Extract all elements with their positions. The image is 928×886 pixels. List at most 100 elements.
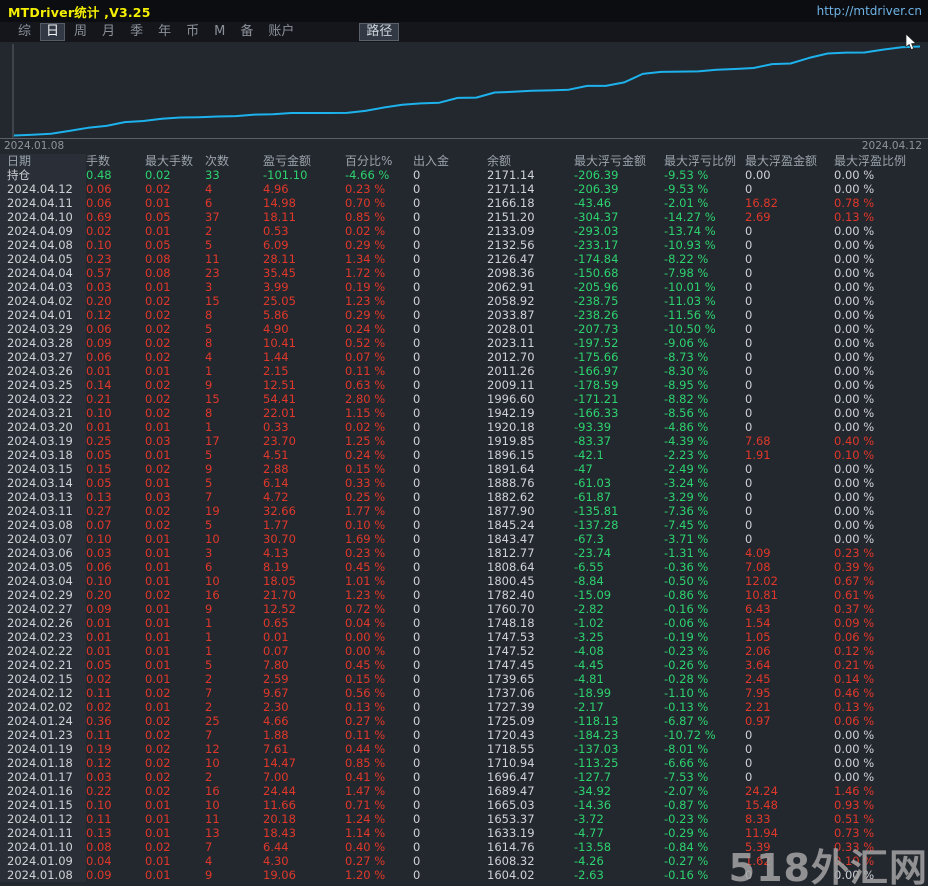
table-row[interactable]: 2024.01.11 0.13 0.01 13 18.43 1.14 % 0 1633.19 -… — [0, 826, 928, 840]
menu-item-M[interactable]: M — [208, 23, 231, 41]
cell: 2024.01.17 — [0, 770, 86, 784]
table-row[interactable]: 2024.03.04 0.10 0.01 10 18.05 1.01 % 0 1800.45 -… — [0, 574, 928, 588]
table-row[interactable]: 2024.03.22 0.21 0.02 15 54.41 2.80 % 0 1996.60 -… — [0, 392, 928, 406]
cell: 2024.01.23 — [0, 728, 86, 742]
table-row[interactable]: 2024.04.02 0.20 0.02 15 25.05 1.23 % 0 2058.92 -… — [0, 294, 928, 308]
cell: 10.81 — [745, 588, 778, 602]
table-row[interactable]: 2024.03.11 0.27 0.02 19 32.66 1.77 % 0 1877.90 -… — [0, 504, 928, 518]
cell: -6.87 % — [664, 714, 709, 728]
table-row[interactable]: 2024.03.14 0.05 0.01 5 6.14 0.33 % 0 1888.76 -61… — [0, 476, 928, 490]
menu-item-币[interactable]: 币 — [180, 23, 205, 41]
menu-item-季[interactable]: 季 — [124, 23, 149, 41]
table-row[interactable]: 2024.02.27 0.09 0.01 9 12.52 0.72 % 0 1760.70 -2… — [0, 602, 928, 616]
table-row[interactable]: 2024.01.18 0.12 0.02 10 14.47 0.85 % 0 1710.94 -… — [0, 756, 928, 770]
menu-item-综[interactable]: 综 — [12, 23, 37, 41]
cell: 1718.55 — [487, 742, 535, 756]
table-row[interactable]: 2024.03.13 0.13 0.03 7 4.72 0.25 % 0 1882.62 -61… — [0, 490, 928, 504]
menu-item-备[interactable]: 备 — [234, 23, 259, 41]
cell: 0 — [413, 266, 421, 280]
table-row[interactable]: 2024.03.18 0.05 0.01 5 4.51 0.24 % 0 1896.15 -42… — [0, 448, 928, 462]
table-row[interactable]: 2024.03.27 0.06 0.02 4 1.44 0.07 % 0 2012.70 -17… — [0, 350, 928, 364]
table-row[interactable]: 2024.01.12 0.11 0.01 11 20.18 1.24 % 0 1653.37 -… — [0, 812, 928, 826]
table-row[interactable]: 2024.04.12 0.06 0.02 4 4.96 0.23 % 0 2171.14 -20… — [0, 182, 928, 196]
table-row[interactable]: 2024.02.26 0.01 0.01 1 0.65 0.04 % 0 1748.18 -1.… — [0, 616, 928, 630]
table-row[interactable]: 2024.03.19 0.25 0.03 17 23.70 1.25 % 0 1919.85 -… — [0, 434, 928, 448]
table-row[interactable]: 2024.01.19 0.19 0.02 12 7.61 0.44 % 0 1718.55 -1… — [0, 742, 928, 756]
table-row[interactable]: 2024.02.29 0.20 0.02 16 21.70 1.23 % 0 1782.40 -… — [0, 588, 928, 602]
cell: -0.27 % — [664, 854, 709, 868]
table-row[interactable]: 2024.02.23 0.01 0.01 1 0.01 0.00 % 0 1747.53 -3.… — [0, 630, 928, 644]
mouse-cursor-icon — [905, 34, 917, 51]
table-row[interactable]: 2024.02.22 0.01 0.01 1 0.07 0.00 % 0 1747.52 -4.… — [0, 644, 928, 658]
menu-item-周[interactable]: 周 — [68, 23, 93, 41]
table-row[interactable]: 2024.02.02 0.02 0.01 2 2.30 0.13 % 0 1727.39 -2.… — [0, 700, 928, 714]
table-row[interactable]: 2024.02.21 0.05 0.01 5 7.80 0.45 % 0 1747.45 -4.… — [0, 658, 928, 672]
cell: 0 — [413, 770, 421, 784]
table-row[interactable]: 2024.03.28 0.09 0.02 8 10.41 0.52 % 0 2023.11 -1… — [0, 336, 928, 350]
cell: 0 — [413, 420, 421, 434]
cell: 2024.04.02 — [0, 294, 86, 308]
table-row[interactable]: 2024.03.21 0.10 0.02 8 22.01 1.15 % 0 1942.19 -1… — [0, 406, 928, 420]
table-row[interactable]: 2024.03.20 0.01 0.01 1 0.33 0.02 % 0 1920.18 -93… — [0, 420, 928, 434]
cell: 7 — [205, 728, 213, 742]
cell: 持仓 — [0, 168, 86, 182]
cell: 0.01 — [86, 616, 112, 630]
table-row[interactable]: 2024.03.06 0.03 0.01 3 4.13 0.23 % 0 1812.77 -23… — [0, 546, 928, 560]
cell: 0.07 % — [345, 350, 386, 364]
cell: 2024.01.12 — [0, 812, 86, 826]
table-row[interactable]: 2024.04.03 0.03 0.01 3 3.99 0.19 % 0 2062.91 -20… — [0, 280, 928, 294]
cell: 23.70 — [263, 434, 296, 448]
table-row[interactable]: 2024.01.24 0.36 0.02 25 4.66 0.27 % 0 1725.09 -1… — [0, 714, 928, 728]
menu-item-账户[interactable]: 账户 — [262, 23, 300, 41]
cell: 0.02 — [86, 224, 112, 238]
cell: 2024.03.13 — [0, 490, 86, 504]
cell: 0.00 % — [834, 462, 875, 476]
table-row[interactable]: 2024.01.23 0.11 0.02 7 1.88 0.11 % 0 1720.43 -18… — [0, 728, 928, 742]
table-row[interactable]: 2024.04.08 0.10 0.05 5 6.09 0.29 % 0 2132.56 -23… — [0, 238, 928, 252]
cell: 0 — [413, 868, 421, 882]
table-row[interactable]: 2024.03.25 0.14 0.02 9 12.51 0.63 % 0 2009.11 -1… — [0, 378, 928, 392]
cell: 2 — [205, 672, 213, 686]
table-row[interactable]: 2024.03.07 0.10 0.01 10 30.70 1.69 % 0 1843.47 -… — [0, 532, 928, 546]
cell: 0 — [413, 476, 421, 490]
cell: 2171.14 — [487, 182, 535, 196]
cell: 0 — [413, 728, 421, 742]
table-row[interactable]: 2024.01.08 0.09 0.01 9 19.06 1.20 % 0 1604.02 -2… — [0, 868, 928, 882]
table-row[interactable]: 2024.02.15 0.02 0.01 2 2.59 0.15 % 0 1739.65 -4.… — [0, 672, 928, 686]
table-row[interactable]: 2024.01.15 0.10 0.01 10 11.66 0.71 % 0 1665.03 -… — [0, 798, 928, 812]
table-row[interactable]: 2024.03.05 0.06 0.01 6 8.19 0.45 % 0 1808.64 -6.… — [0, 560, 928, 574]
table-row[interactable]: 2024.03.08 0.07 0.02 5 1.77 0.10 % 0 1845.24 -13… — [0, 518, 928, 532]
cell: 2062.91 — [487, 280, 535, 294]
cell: 4.09 — [745, 546, 771, 560]
cell: 0.12 — [86, 756, 112, 770]
cell: -4.66 % — [345, 168, 390, 182]
cell: 2024.03.14 — [0, 476, 86, 490]
cell: 0 — [413, 490, 421, 504]
table-row[interactable]: 2024.01.10 0.08 0.02 7 6.44 0.40 % 0 1614.76 -13… — [0, 840, 928, 854]
table-row[interactable]: 2024.01.09 0.04 0.01 4 4.30 0.27 % 0 1608.32 -4.… — [0, 854, 928, 868]
table-row[interactable]: 2024.04.09 0.02 0.01 2 0.53 0.02 % 0 2133.09 -29… — [0, 224, 928, 238]
table-row[interactable]: 2024.04.05 0.23 0.08 11 28.11 1.34 % 0 2126.47 -… — [0, 252, 928, 266]
table-row[interactable]: 2024.03.29 0.06 0.02 5 4.90 0.24 % 0 2028.01 -20… — [0, 322, 928, 336]
app-url-link[interactable]: http://mtdriver.cn — [817, 4, 922, 18]
path-button[interactable]: 路径 — [359, 23, 400, 41]
table-row[interactable]: 2024.02.12 0.11 0.02 7 9.67 0.56 % 0 1737.06 -18… — [0, 686, 928, 700]
menu-item-日[interactable]: 日 — [40, 23, 66, 41]
table-row[interactable]: 2024.04.10 0.69 0.05 37 18.11 0.85 % 0 2151.20 -… — [0, 210, 928, 224]
cell: 0.06 — [86, 182, 112, 196]
table-row[interactable]: 2024.03.26 0.01 0.01 1 2.15 0.11 % 0 2011.26 -16… — [0, 364, 928, 378]
menu-item-月[interactable]: 月 — [96, 23, 121, 41]
cell: 5 — [205, 518, 213, 532]
table-row[interactable]: 2024.04.01 0.12 0.02 8 5.86 0.29 % 0 2033.87 -23… — [0, 308, 928, 322]
menu-item-年[interactable]: 年 — [152, 23, 177, 41]
cell: 2126.47 — [487, 252, 535, 266]
equity-curve-chart[interactable] — [0, 42, 928, 140]
table-row[interactable]: 2024.04.04 0.57 0.08 23 35.45 1.72 % 0 2098.36 -… — [0, 266, 928, 280]
cell: 0.56 % — [345, 686, 386, 700]
table-row[interactable]: 持仓 0.48 0.02 33 -101.10 -4.66 % 0 2171.14 -206.3… — [0, 168, 928, 182]
table-row[interactable]: 2024.01.16 0.22 0.02 16 24.44 1.47 % 0 1689.47 -… — [0, 784, 928, 798]
table-row[interactable]: 2024.03.15 0.15 0.02 9 2.88 0.15 % 0 1891.64 -47… — [0, 462, 928, 476]
table-row[interactable]: 2024.04.11 0.06 0.01 6 14.98 0.70 % 0 2166.18 -4… — [0, 196, 928, 210]
table-row[interactable]: 2024.01.17 0.03 0.02 2 7.00 0.41 % 0 1696.47 -12… — [0, 770, 928, 784]
cell: 25 — [205, 714, 220, 728]
